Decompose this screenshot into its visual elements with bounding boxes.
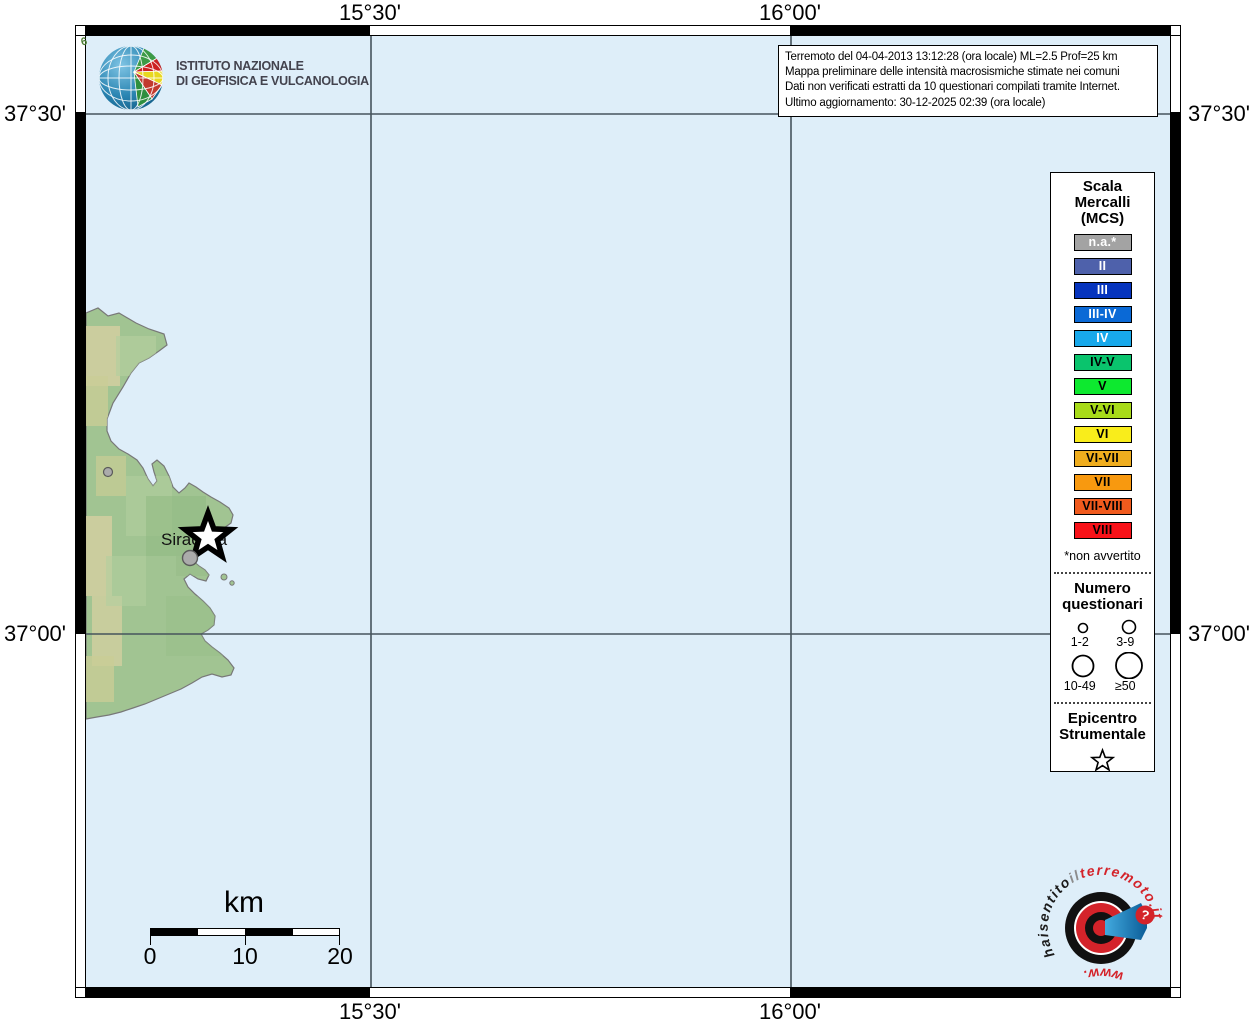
mercalli-scale-box-iii-iv: III-IV — [1074, 306, 1132, 323]
event-info-box: Terremoto del 04-04-2013 13:12:28 (ora l… — [778, 45, 1158, 117]
questionnaire-marker-siracusa — [183, 551, 198, 566]
axis-label-right-lat1: 37°30' — [1188, 101, 1250, 127]
epicenter-title-line1: Epicentro — [1051, 711, 1154, 727]
scale-bar-unit: km — [199, 886, 289, 920]
mercalli-scale-box-vi: VI — [1074, 426, 1132, 443]
questionnaire-size-icon-1-2 — [1057, 619, 1103, 635]
islet — [221, 574, 227, 580]
axis-label-bottom-lon1: 15°30' — [315, 999, 425, 1024]
islet — [230, 581, 234, 585]
frame-corner — [1170, 987, 1181, 998]
legend-panel: Scala Mercalli (MCS) n.a.* II III III-IV… — [1050, 172, 1155, 772]
institute-name-line1: ISTITUTO NAZIONALE — [176, 59, 369, 74]
epicenter-title-line2: Strumentale — [1051, 727, 1154, 743]
mercalli-scale-box-iv: IV — [1074, 330, 1132, 347]
data-disclaimer-line: Dati non verificati estratti da 10 quest… — [785, 80, 1151, 95]
institute-name: ISTITUTO NAZIONALE DI GEOFISICA E VULCAN… — [176, 59, 369, 89]
mercalli-scale-box-vii: VII — [1074, 474, 1132, 491]
mercalli-scale-box-vii-viii: VII-VIII — [1074, 498, 1132, 515]
questionnaire-size-icon-3-9 — [1103, 619, 1149, 635]
watermark-text-www: www. — [1080, 965, 1125, 985]
legend-divider — [1054, 702, 1151, 704]
mercalli-scale-box-ii: II — [1074, 258, 1132, 275]
axis-label-top-lon2: 16°00' — [735, 0, 845, 26]
questionnaire-size-icon-50 — [1103, 652, 1149, 679]
macroseismic-intensity-map: 15°30' 16°00' 15°30' 16°00' 37°30' 37°00… — [0, 0, 1255, 1024]
scale-bar-segment — [245, 928, 293, 936]
axis-label-left-lat1: 37°30' — [0, 101, 66, 127]
legend-title-line2: Mercalli — [1051, 195, 1154, 211]
graticule — [86, 36, 1170, 987]
map-graphic: Siracusa — [86, 36, 1170, 987]
questionnaire-title-line1: Numero — [1051, 581, 1154, 597]
haisentitoilterremoto-watermark: ? haisentitoilterremoto.it www. — [1033, 860, 1169, 996]
mercalli-scale-box-iii: III — [1074, 282, 1132, 299]
legend-divider — [1054, 572, 1151, 574]
epicenter-legend-star-icon — [1089, 747, 1116, 773]
scale-bar-segment — [150, 928, 198, 936]
axis-label-top-lon1: 15°30' — [315, 0, 425, 26]
questionnaire-size-icon-10-49 — [1057, 652, 1103, 679]
scale-bar-segment — [197, 928, 246, 936]
axis-label-left-lat2: 37°00' — [0, 621, 66, 647]
axis-label-right-lat2: 37°00' — [1188, 621, 1250, 647]
mercalli-scale-box-iv-v: IV-V — [1074, 354, 1132, 371]
mercalli-scale-box-viii: VIII — [1074, 522, 1132, 539]
scale-bar-label-0: 0 — [120, 943, 180, 970]
ingv-globe-icon — [96, 42, 166, 112]
mercalli-scale-box-na: n.a.* — [1074, 234, 1132, 251]
frame-segment — [1170, 112, 1181, 634]
mercalli-scale-box-vi-vii: VI-VII — [1074, 450, 1132, 467]
legend-title-line3: (MCS) — [1051, 211, 1154, 227]
frame-segment — [369, 987, 791, 998]
frame-segment — [85, 987, 370, 998]
event-summary-line: Terremoto del 04-04-2013 13:12:28 (ora l… — [785, 50, 1151, 65]
map-area: Siracusa — [85, 35, 1171, 988]
axis-label-bottom-lon2: 16°00' — [735, 999, 845, 1024]
legend-title: Scala Mercalli (MCS) — [1051, 179, 1154, 227]
legend-footnote: *non avvertito — [1051, 549, 1154, 563]
mercalli-scale-box-v: V — [1074, 378, 1132, 395]
legend-title-line1: Scala — [1051, 179, 1154, 195]
mercalli-scale-box-v-vi: V-VI — [1074, 402, 1132, 419]
questionnaire-size-label-1-2: 1-2 — [1057, 635, 1103, 649]
questionnaire-size-label-3-9: 3-9 — [1103, 635, 1149, 649]
watermark-www-text: www. — [1080, 965, 1125, 985]
questionnaire-size-label-10-49: 10-49 — [1057, 679, 1103, 693]
institute-name-line2: DI GEOFISICA E VULCANOLOGIA — [176, 74, 369, 89]
frame-segment — [1170, 35, 1181, 113]
last-update-line: Ultimo aggiornamento: 30-12-2025 02:39 (… — [785, 96, 1151, 111]
map-description-line: Mappa preliminare delle intensità macros… — [785, 65, 1151, 80]
questionnaire-title-line2: questionari — [1051, 597, 1154, 613]
scale-bar-label-10: 10 — [215, 943, 275, 970]
frame-segment — [1170, 633, 1181, 988]
questionnaire-size-label-50: ≥50 — [1103, 679, 1149, 693]
scale-bar-segment — [292, 928, 340, 936]
ingv-logo: ISTITUTO NAZIONALE DI GEOFISICA E VULCAN… — [96, 42, 356, 112]
scale-bar-label-20: 20 — [310, 943, 370, 970]
questionnaire-marker-small — [104, 468, 113, 477]
